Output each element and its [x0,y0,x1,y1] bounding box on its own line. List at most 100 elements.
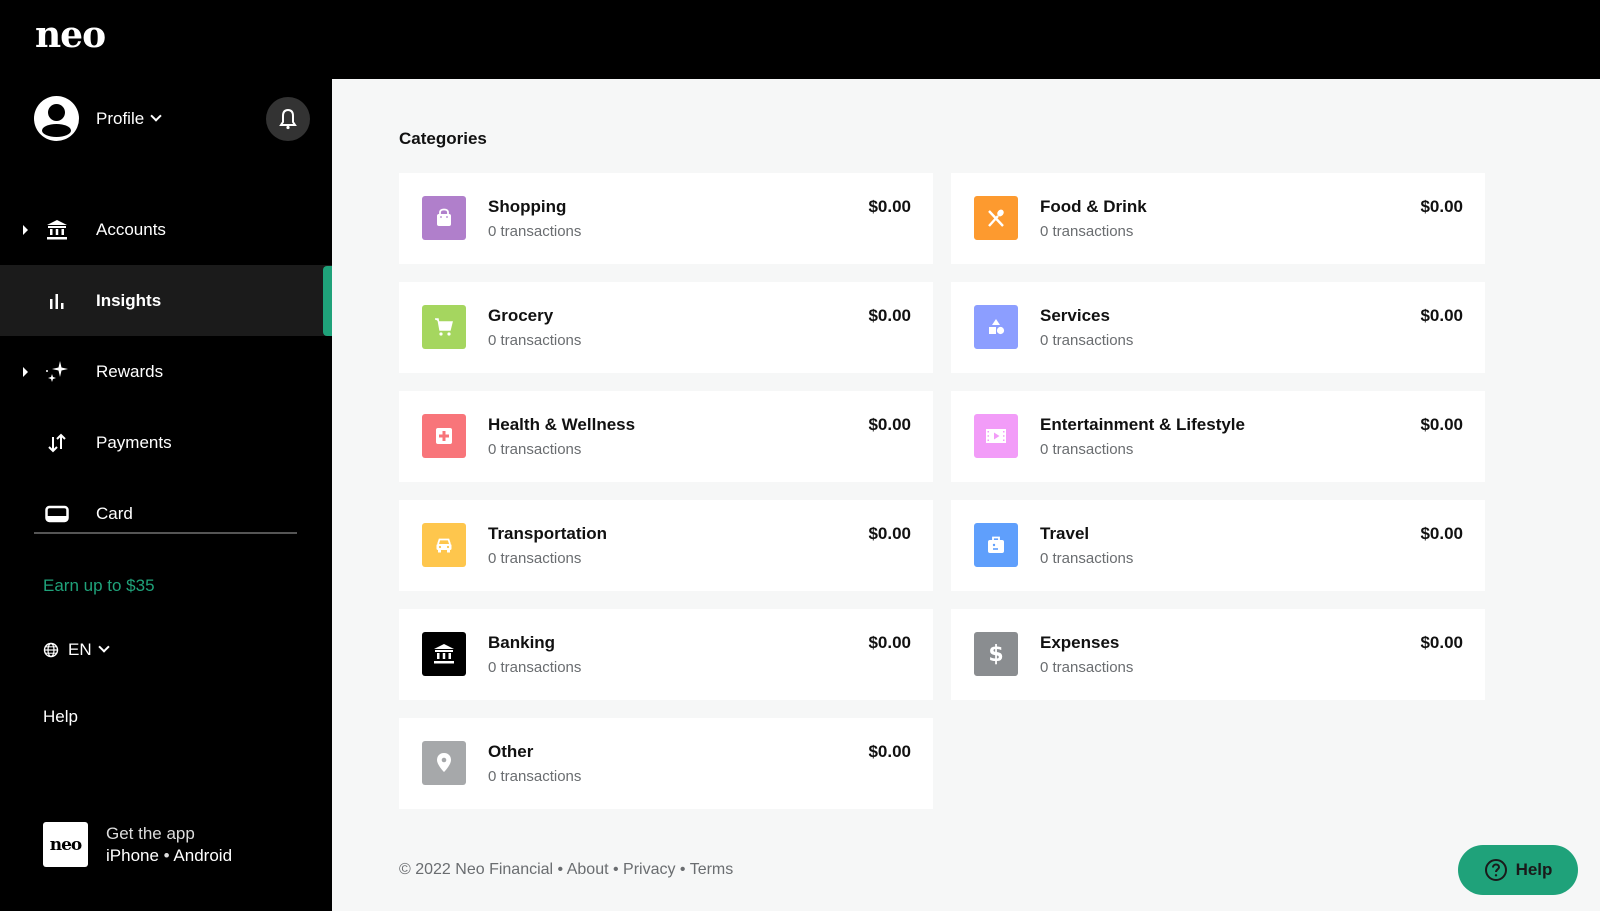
expand-caret-icon[interactable] [23,366,28,377]
help-button[interactable]: Help [1458,845,1578,895]
category-card[interactable]: $ Expenses 0 transactions $0.00 [951,609,1485,700]
category-name: Entertainment & Lifestyle [1040,415,1245,434]
category-card[interactable]: Entertainment & Lifestyle 0 transactions $… [951,391,1485,482]
category-card[interactable]: Food & Drink 0 transactions $0.00 [951,173,1485,264]
nav-label: Payments [96,432,172,452]
expand-caret-icon[interactable] [23,224,28,235]
category-card[interactable]: Travel 0 transactions $0.00 [951,500,1485,591]
transaction-count: 0 transactions [488,659,582,676]
terms-link[interactable]: Terms [690,861,734,878]
get-app-title: Get the app [106,823,195,843]
category-card[interactable]: Banking 0 transactions $0.00 [399,609,933,700]
bank-icon [422,632,466,676]
separator: • [553,861,567,878]
shopping-cart-icon [422,305,466,349]
category-amount: $0.00 [1420,415,1463,434]
top-bar: neo [0,0,1600,79]
language-selector[interactable]: EN [43,640,110,660]
category-amount: $0.00 [868,306,911,325]
transaction-count: 0 transactions [488,223,582,240]
category-name: Shopping [488,197,567,216]
nav-item-rewards[interactable]: Rewards [0,336,332,407]
separator: • [163,845,170,865]
category-amount: $0.00 [868,415,911,434]
active-indicator [323,266,332,336]
category-amount: $0.00 [868,742,911,761]
utensils-icon [974,196,1018,240]
category-name: Travel [1040,524,1090,543]
globe-icon [43,642,59,658]
notifications-button[interactable] [266,97,310,141]
sidebar: Profile Accounts Insights Rewards Paymen… [0,79,332,911]
film-icon [974,414,1018,458]
category-name: Grocery [488,306,554,325]
help-link[interactable]: Help [43,707,78,727]
luggage-icon [974,523,1018,567]
category-name: Health & Wellness [488,415,636,434]
neo-app-logo: neo [43,822,88,867]
category-card[interactable]: Transportation 0 transactions $0.00 [399,500,933,591]
chevron-down-icon [150,109,162,122]
about-link[interactable]: About [567,861,609,878]
bar-chart-icon [44,288,70,314]
transaction-count: 0 transactions [1040,223,1134,240]
category-name: Food & Drink [1040,197,1147,216]
earn-referral-link[interactable]: Earn up to $35 [43,576,155,596]
chevron-down-icon [97,641,110,653]
copyright: © 2022 Neo Financial [399,861,554,878]
bank-icon [44,217,70,243]
shapes-icon [974,305,1018,349]
medical-cross-icon [422,414,466,458]
categories-grid: Shopping 0 transactions $0.00 Food & Drink 0… [399,173,1485,809]
category-card[interactable]: Other 0 transactions $0.00 [399,718,933,809]
android-link[interactable]: Android [173,846,232,865]
dollar-icon: $ [974,632,1018,676]
category-amount: $0.00 [1420,197,1463,216]
profile-label: Profile [96,108,145,128]
bell-icon [279,108,297,130]
avatar [34,96,79,141]
nav-item-card[interactable]: Card [0,478,332,549]
nav-label: Card [96,503,133,523]
category-card[interactable]: Health & Wellness 0 transactions $0.00 [399,391,933,482]
main-content: Categories Shopping 0 transactions $0.00 Fo… [332,79,1600,911]
separator: • [608,861,624,878]
car-icon [422,523,466,567]
category-amount: $0.00 [1420,306,1463,325]
transfer-arrows-icon [44,430,70,456]
section-title: Categories [399,129,487,148]
nav-item-payments[interactable]: Payments [0,407,332,478]
separator: • [675,861,690,878]
category-amount: $0.00 [1420,633,1463,652]
category-card[interactable]: Grocery 0 transactions $0.00 [399,282,933,373]
profile-menu[interactable]: Profile [34,96,162,141]
nav-label: Accounts [96,219,166,239]
category-amount: $0.00 [868,633,911,652]
nav-item-insights[interactable]: Insights [0,265,332,336]
transaction-count: 0 transactions [488,768,582,785]
transaction-count: 0 transactions [1040,550,1134,567]
transaction-count: 0 transactions [1040,332,1134,349]
neo-logo[interactable]: neo [35,14,106,56]
category-amount: $0.00 [1420,524,1463,543]
nav-label: Insights [96,290,162,310]
get-the-app: neo Get the app iPhone • Android [43,822,232,867]
category-name: Banking [488,633,556,652]
help-button-label: Help [1515,860,1553,879]
category-name: Transportation [488,524,608,543]
nav-label: Rewards [96,361,164,381]
location-pin-icon [422,741,466,785]
category-card[interactable]: Shopping 0 transactions $0.00 [399,173,933,264]
sidebar-divider [34,532,297,534]
category-name: Expenses [1040,633,1120,652]
transaction-count: 0 transactions [1040,441,1134,458]
category-name: Services [1040,306,1110,325]
transaction-count: 0 transactions [488,441,582,458]
privacy-link[interactable]: Privacy [623,861,675,878]
transaction-count: 0 transactions [488,332,582,349]
category-name: Other [488,742,534,761]
shopping-bag-icon [422,196,466,240]
iphone-link[interactable]: iPhone [106,846,159,865]
nav-item-accounts[interactable]: Accounts [0,194,332,265]
category-card[interactable]: Services 0 transactions $0.00 [951,282,1485,373]
